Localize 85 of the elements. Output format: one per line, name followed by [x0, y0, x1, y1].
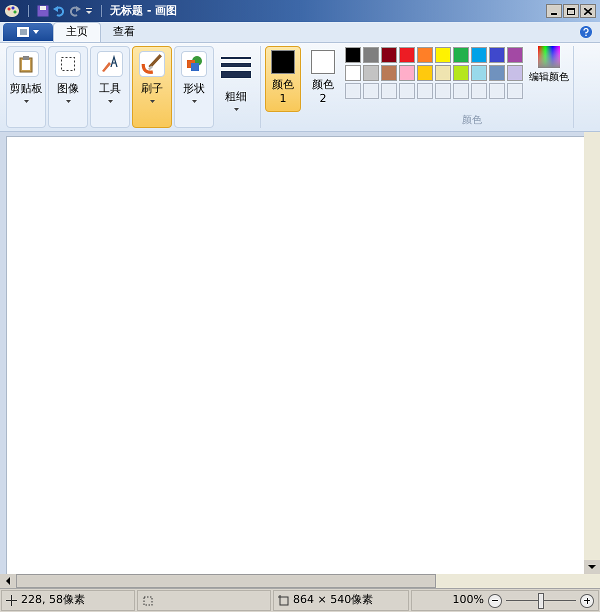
minimize-icon [551, 13, 557, 15]
ribbon-tool-button[interactable]: 粗细 [216, 46, 256, 128]
empty-palette-slot[interactable] [435, 83, 451, 99]
palette-swatch[interactable] [381, 47, 397, 63]
menu-icon [17, 27, 29, 37]
caret-icon [234, 108, 238, 111]
line-width-icon [221, 56, 251, 80]
maximize-icon [567, 8, 575, 14]
palette-swatch[interactable] [417, 47, 433, 63]
palette-swatch[interactable] [507, 65, 523, 81]
edit-colors-button[interactable]: 编辑颜色 [529, 46, 569, 85]
horizontal-scrollbar[interactable] [0, 574, 600, 588]
scroll-thumb[interactable] [16, 574, 436, 588]
ribbon-tool-button[interactable]: 形状 [174, 46, 214, 128]
color-slot-button[interactable]: 颜色 2 [305, 46, 341, 112]
dropdown-icon[interactable] [85, 7, 93, 15]
clipboard-icon [18, 55, 34, 73]
selection-size-icon [142, 595, 153, 606]
caret-icon [33, 30, 39, 34]
zoom-slider-thumb[interactable] [538, 592, 544, 608]
color-spectrum-icon [538, 46, 560, 68]
close-button[interactable] [580, 4, 596, 18]
color-slot-button[interactable]: 颜色 1 [265, 46, 301, 112]
caret-icon [24, 100, 28, 103]
shapes-icon [185, 55, 203, 73]
save-icon[interactable] [37, 5, 49, 17]
ribbon-tab[interactable]: 主页 [53, 22, 101, 42]
zoom-in-button[interactable] [580, 594, 594, 608]
help-icon[interactable] [580, 26, 592, 38]
palette-swatch[interactable] [471, 47, 487, 63]
empty-palette-slot[interactable] [453, 83, 469, 99]
vertical-scrollbar[interactable] [584, 132, 600, 574]
palette-icon[interactable] [4, 3, 20, 19]
caret-icon [66, 100, 70, 103]
caret-icon [192, 100, 196, 103]
empty-palette-slot[interactable] [471, 83, 487, 99]
empty-palette-slot[interactable] [381, 83, 397, 99]
palette-swatch[interactable] [489, 65, 505, 81]
cursor-position: 228, 58像素 [21, 592, 85, 608]
minimize-button[interactable] [546, 4, 562, 18]
undo-icon[interactable] [53, 5, 65, 17]
palette-swatch[interactable] [363, 65, 379, 81]
cursor-position-icon [6, 595, 17, 606]
palette-swatch[interactable] [435, 47, 451, 63]
palette-swatch[interactable] [489, 47, 505, 63]
palette-swatch[interactable] [399, 65, 415, 81]
pencil-text-icon [100, 55, 120, 73]
ribbon-tab[interactable]: 查看 [101, 22, 147, 42]
maximize-button[interactable] [563, 4, 579, 18]
palette-swatch[interactable] [345, 65, 361, 81]
ribbon-tool-button[interactable]: 刷子 [132, 46, 172, 128]
empty-palette-slot[interactable] [363, 83, 379, 99]
empty-palette-slot[interactable] [489, 83, 505, 99]
palette-swatch[interactable] [453, 65, 469, 81]
close-icon [584, 8, 592, 14]
empty-palette-slot[interactable] [345, 83, 361, 99]
paint-menu-button[interactable] [3, 23, 53, 41]
empty-palette-slot[interactable] [507, 83, 523, 99]
palette-swatch[interactable] [381, 65, 397, 81]
canvas-size-icon [278, 595, 289, 606]
zoom-level: 100% [452, 592, 484, 608]
palette-swatch[interactable] [435, 65, 451, 81]
palette-swatch[interactable] [471, 65, 487, 81]
palette-swatch[interactable] [399, 47, 415, 63]
scroll-left-icon[interactable] [0, 574, 16, 588]
ribbon-tool-button[interactable]: 图像 [48, 46, 88, 128]
scroll-down-icon[interactable] [584, 560, 600, 574]
palette-swatch[interactable] [345, 47, 361, 63]
redo-icon[interactable] [69, 5, 81, 17]
selection-icon [60, 56, 76, 72]
empty-palette-slot[interactable] [417, 83, 433, 99]
palette-swatch[interactable] [453, 47, 469, 63]
window-title: 无标题 - 画图 [110, 2, 178, 19]
ribbon-tool-button[interactable]: 剪贴板 [6, 46, 46, 128]
canvas-size: 864 × 540像素 [293, 592, 374, 608]
zoom-out-button[interactable] [488, 594, 502, 608]
group-label: 颜色 [462, 114, 482, 128]
palette-swatch[interactable] [363, 47, 379, 63]
palette-swatch[interactable] [507, 47, 523, 63]
palette-swatch[interactable] [417, 65, 433, 81]
caret-icon [108, 100, 112, 103]
empty-palette-slot[interactable] [399, 83, 415, 99]
caret-icon [150, 100, 154, 103]
zoom-slider[interactable] [506, 592, 576, 608]
ribbon-tool-button[interactable]: 工具 [90, 46, 130, 128]
